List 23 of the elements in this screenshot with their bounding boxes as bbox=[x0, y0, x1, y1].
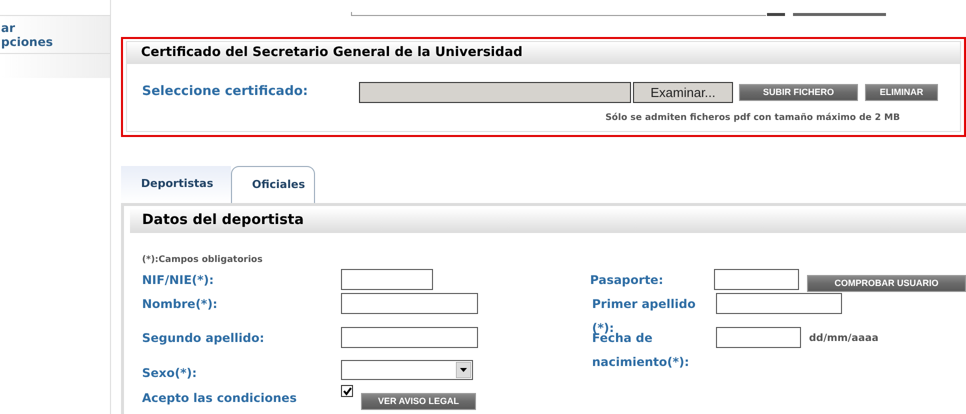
tab[interactable]: Oficiales bbox=[231, 166, 315, 203]
field-label: Fecha de nacimiento(*): bbox=[592, 331, 690, 369]
action-button[interactable]: VER AVISO LEGAL bbox=[361, 393, 476, 410]
section-title: Datos del deportista bbox=[142, 211, 304, 230]
required-fields-note: (*):Campos obligatorios bbox=[142, 255, 264, 266]
field-label: Sexo(*): bbox=[142, 366, 197, 380]
date-format-hint: dd/mm/aaaa bbox=[809, 332, 878, 346]
field-label: Segundo apellido: bbox=[142, 331, 264, 345]
file-size-note: Sólo se admiten ficheros pdf con tamaño máximo de 2 MB bbox=[605, 112, 900, 125]
action-button[interactable]: COMPROBAR USUARIO bbox=[807, 275, 966, 292]
field-label: Nombre(*): bbox=[142, 297, 218, 311]
field-label: Seleccione certificado: bbox=[142, 83, 310, 102]
file-path-field[interactable] bbox=[359, 82, 631, 102]
sidebar-link[interactable]: ar pciones bbox=[1, 21, 110, 49]
checkbox[interactable] bbox=[341, 385, 353, 397]
action-button[interactable]: SUBIR FICHERO bbox=[739, 84, 858, 100]
field-label: NIF/NIE(*): bbox=[142, 273, 214, 287]
dropdown[interactable] bbox=[341, 360, 473, 380]
section-title: Certificado del Secretario General de la Universidad bbox=[141, 44, 523, 62]
browse-button[interactable]: Examinar... bbox=[633, 82, 733, 102]
action-button[interactable]: ELIMINAR bbox=[865, 84, 938, 100]
field-label: Pasaporte: bbox=[590, 273, 664, 287]
field-label: Acepto las condiciones bbox=[142, 391, 297, 405]
